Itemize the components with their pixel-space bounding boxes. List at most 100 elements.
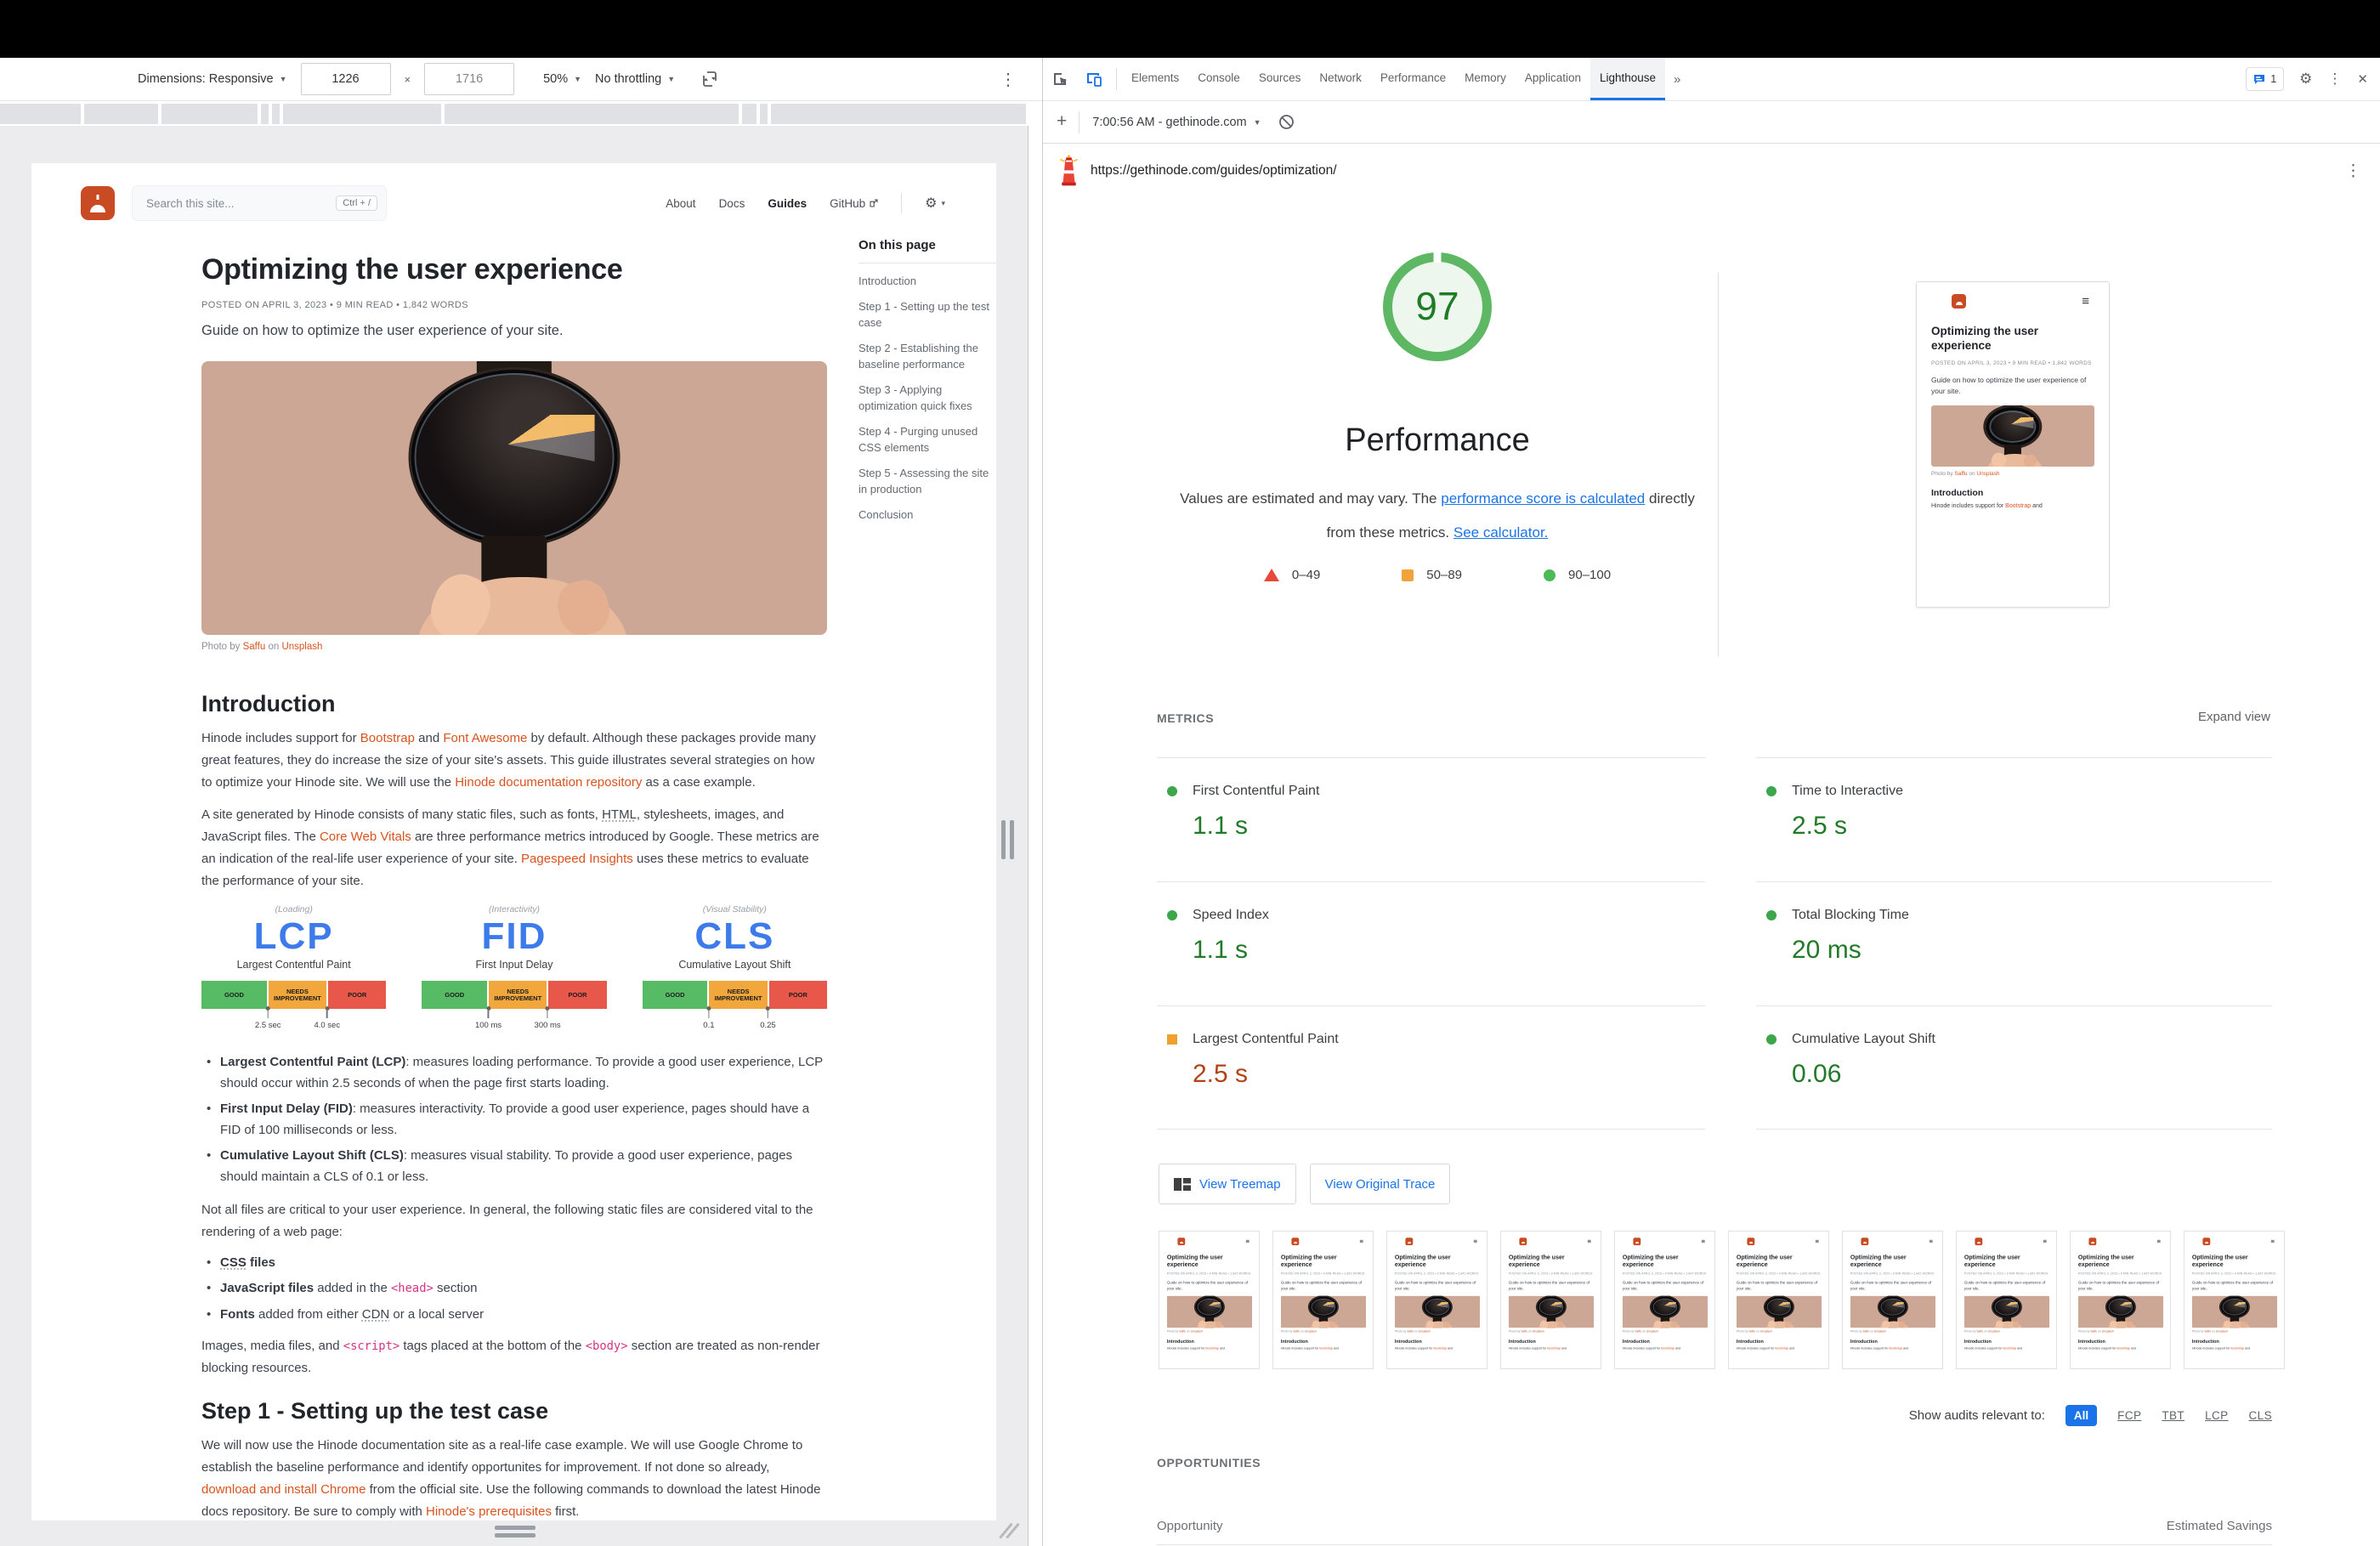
tab-lighthouse[interactable]: Lighthouse	[1590, 58, 1665, 100]
mini-page: ≡ Optimizing the user experience POSTED …	[1273, 1232, 1374, 1369]
mini-title: Optimizing the user experience	[1395, 1254, 1480, 1269]
metric-value: 2.5 s	[1792, 812, 2272, 841]
chevron-down-icon: ▼	[574, 75, 581, 83]
report-selector[interactable]: 7:00:56 AM - gethinode.com ▼	[1092, 116, 1261, 129]
report-url-bar: https://gethinode.com/guides/optimizatio…	[1043, 144, 2380, 198]
rotate-device-icon[interactable]	[700, 70, 719, 88]
metric-largest-contentful-paint[interactable]: Largest Contentful Paint 2.5 s	[1157, 1005, 1705, 1130]
average-range-square-icon	[1402, 569, 1414, 581]
throttling-selector[interactable]: No throttling ▼	[595, 72, 675, 86]
vital-cls: (Visual Stability) CLS Cumulative Layout…	[643, 904, 827, 1036]
viewport-corner-resize-handle[interactable]	[1005, 1521, 1025, 1542]
viewport-width-drag-handle[interactable]	[1001, 820, 1014, 859]
list-item: JavaScript files added in the <head> sec…	[201, 1277, 827, 1300]
metric-value: 0.06	[1792, 1060, 2272, 1089]
hinode-logo-icon[interactable]	[81, 186, 115, 220]
vital-tag: (Loading)	[201, 904, 386, 915]
hinode-logo-icon	[1861, 1237, 1868, 1245]
toc-item-step-2[interactable]: Step 2 - Establishing the baseline perfo…	[858, 340, 996, 372]
zoom-selector[interactable]: 50% ▼	[543, 72, 581, 86]
chevron-down-icon: ▼	[1254, 118, 1261, 127]
audit-filter-lcp[interactable]: LCP	[2205, 1409, 2228, 1422]
tab-memory[interactable]: Memory	[1455, 58, 1516, 100]
emulation-menu-kebab-icon[interactable]: ⋮	[1000, 69, 1017, 90]
article: Optimizing the user experience POSTED ON…	[201, 163, 827, 1521]
tab-elements[interactable]: Elements	[1122, 58, 1188, 100]
viewport-height-drag-handle[interactable]	[495, 1526, 536, 1538]
mini-caption: Photo by Saffu on Unsplash	[1964, 1330, 2049, 1334]
vital-name: Largest Contentful Paint	[201, 959, 386, 971]
mini-text-line: Hinode includes support for Bootstrap an…	[1167, 1347, 1252, 1351]
filmstrip-thumbnail: ≡ Optimizing the user experience POSTED …	[1956, 1231, 2057, 1369]
audit-filter-all[interactable]: All	[2066, 1405, 2097, 1426]
github-label: GitHub	[830, 197, 865, 210]
tab-performance[interactable]: Performance	[1371, 58, 1455, 100]
new-report-plus-icon[interactable]: +	[1043, 111, 1079, 133]
toc-item-step-4[interactable]: Step 4 - Purging unused CSS elements	[858, 423, 996, 456]
mini-intro-heading: Introduction	[1964, 1339, 2049, 1344]
hinode-logo-icon	[1405, 1237, 1413, 1245]
report-actions: View Treemap View Original Trace	[1159, 1164, 1450, 1204]
expand-view-link[interactable]: Expand view	[2198, 710, 2270, 724]
mini-meta: POSTED ON APRIL 3, 2023 • 9 MIN READ • 1…	[1395, 1271, 1480, 1277]
metric-value: 20 ms	[1792, 936, 2272, 965]
toc-item-conclusion[interactable]: Conclusion	[858, 507, 996, 523]
nav-item-github[interactable]: GitHub	[830, 197, 878, 210]
view-treemap-button[interactable]: View Treemap	[1159, 1164, 1296, 1204]
rendered-web-page[interactable]: Search this site... Ctrl + / About Docs …	[31, 163, 996, 1521]
view-original-trace-button[interactable]: View Original Trace	[1310, 1164, 1451, 1204]
report-menu-kebab-icon[interactable]: ⋮	[2345, 161, 2361, 181]
clear-reports-icon[interactable]	[1278, 114, 1295, 130]
mini-meta: POSTED ON APRIL 3, 2023 • 9 MIN READ • 1…	[2078, 1271, 2163, 1277]
mini-title: Optimizing the user experience	[1167, 1254, 1252, 1269]
mini-caption: Photo by Saffu on Unsplash	[1931, 471, 2094, 477]
dimensions-selector[interactable]: Dimensions: Responsive ▼	[138, 72, 287, 86]
toc-item-introduction[interactable]: Introduction	[858, 273, 996, 289]
vital-scale: GOODNEEDS IMPROVEMENTPOOR	[643, 981, 827, 1009]
tab-console[interactable]: Console	[1188, 58, 1250, 100]
list-item: Largest Contentful Paint (LCP): measures…	[201, 1051, 827, 1094]
tab-network[interactable]: Network	[1310, 58, 1371, 100]
performance-score-gauge[interactable]: 97	[1383, 252, 1492, 361]
audit-filter-cls[interactable]: CLS	[2249, 1409, 2272, 1422]
mini-page: ≡ Optimizing the user experience POSTED …	[1615, 1232, 1715, 1369]
mini-hero-image	[1964, 1296, 2049, 1328]
settings-gear-icon[interactable]: ⚙	[2299, 71, 2312, 88]
article-hero-image	[201, 361, 827, 635]
pass-dot-icon	[1167, 786, 1177, 796]
site-settings-gear-icon[interactable]: ⚙▾	[925, 195, 945, 212]
static-files-list: CSS files JavaScript files added in the …	[201, 1252, 827, 1325]
audit-filter-fcp[interactable]: FCP	[2117, 1409, 2141, 1422]
hamburger-menu-icon: ≡	[1929, 1239, 1933, 1243]
toc-item-step-5[interactable]: Step 5 - Assessing the site in productio…	[858, 465, 996, 497]
metric-time-to-interactive[interactable]: Time to Interactive 2.5 s	[1756, 757, 2272, 881]
hinode-logo-icon	[1975, 1237, 1982, 1245]
hamburger-menu-icon: ≡	[1473, 1239, 1477, 1243]
devtools-menu-kebab-icon[interactable]: ⋮	[2327, 71, 2342, 88]
metric-cumulative-layout-shift[interactable]: Cumulative Layout Shift 0.06	[1756, 1005, 2272, 1130]
tab-sources[interactable]: Sources	[1250, 58, 1311, 100]
toggle-device-toolbar-icon[interactable]	[1077, 58, 1111, 100]
metric-total-blocking-time[interactable]: Total Blocking Time 20 ms	[1756, 881, 2272, 1005]
audit-filter-tbt[interactable]: TBT	[2162, 1409, 2184, 1422]
mini-hero-image	[1509, 1296, 1594, 1328]
mini-intro-heading: Introduction	[1281, 1339, 1366, 1344]
mini-title: Optimizing the user experience	[1737, 1254, 1822, 1269]
filmstrip: ≡ Optimizing the user experience POSTED …	[1159, 1231, 2285, 1369]
vital-tag: (Interactivity)	[422, 904, 606, 915]
metric-first-contentful-paint[interactable]: First Contentful Paint 1.1 s	[1157, 757, 1705, 881]
mini-page: ≡ Optimizing the user experience POSTED …	[1843, 1232, 1943, 1369]
category-title: Performance	[1157, 422, 1718, 459]
width-input[interactable]: 1226	[301, 63, 391, 95]
metric-speed-index[interactable]: Speed Index 1.1 s	[1157, 881, 1705, 1005]
media-query-bar[interactable]	[0, 101, 1042, 127]
inspect-element-icon[interactable]	[1043, 58, 1077, 100]
close-icon[interactable]: ✕	[2357, 71, 2368, 87]
toc-item-step-3[interactable]: Step 3 - Applying optimization quick fix…	[858, 382, 996, 414]
console-messages-badge[interactable]: 1	[2246, 67, 2284, 91]
more-tabs-chevron[interactable]: »	[1665, 58, 1689, 100]
height-input[interactable]: 1716	[424, 63, 514, 95]
mini-caption: Photo by Saffu on Unsplash	[1623, 1330, 1708, 1334]
tab-application[interactable]: Application	[1516, 58, 1590, 100]
toc-item-step-1[interactable]: Step 1 - Setting up the test case	[858, 298, 996, 331]
